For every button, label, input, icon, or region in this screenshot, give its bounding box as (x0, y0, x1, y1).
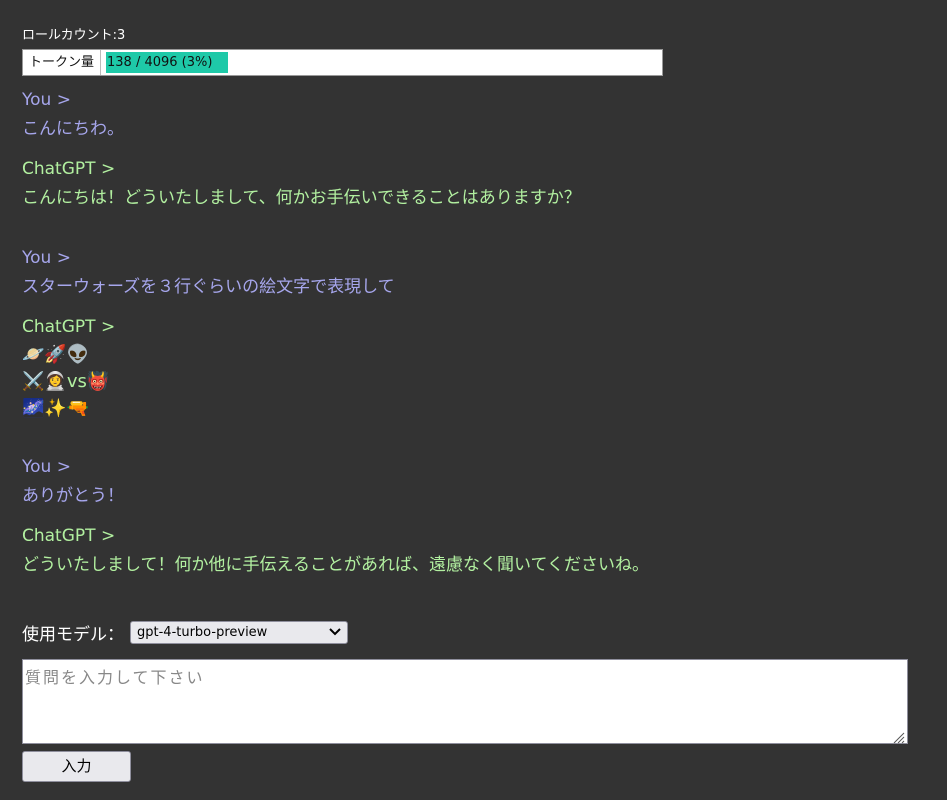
user-message: You > こんにちわ。 (22, 86, 922, 144)
chat-page: ロールカウント:3 トークン量 138 / 4096 (3%) You > こんに… (0, 0, 947, 800)
message-text: スターウォーズを３行ぐらいの絵文字で表現して (22, 277, 395, 297)
message-text: 🌌✨🔫 (22, 398, 90, 419)
user-message: You > スターウォーズを３行ぐらいの絵文字で表現して (22, 244, 922, 302)
message-text: こんにちわ。 (22, 119, 124, 139)
message-speaker: You > (22, 457, 71, 477)
message-speaker: You > (22, 248, 71, 268)
question-textarea[interactable]: 質問を入力して下さい (22, 659, 908, 744)
token-meter: トークン量 138 / 4096 (3%) (22, 49, 663, 76)
message-speaker: ChatGPT > (22, 526, 116, 546)
model-selected-value: gpt-4-turbo-preview (137, 625, 268, 640)
role-count: ロールカウント:3 (22, 28, 126, 43)
chevron-down-icon (329, 626, 341, 639)
message-text: 🪐🚀👽 (22, 344, 90, 365)
user-message: You > ありがとう！ (22, 453, 922, 511)
chat-log: You > こんにちわ。 ChatGPT > こんにちは！どういたしまして、何かお手伝… (22, 86, 922, 611)
token-track: 138 / 4096 (3%) (101, 50, 662, 75)
message-text: こんにちは！どういたしまして、何かお手伝いできることはありますか？ (22, 188, 581, 208)
message-text: どういたしまして！何か他に手伝えることがあれば、遠慮なく聞いてくださいね。 (22, 555, 649, 575)
model-label: 使用モデル： (22, 625, 124, 645)
model-select[interactable]: gpt-4-turbo-preview (130, 621, 348, 644)
message-speaker: You > (22, 90, 71, 110)
question-placeholder: 質問を入力して下さい (25, 668, 205, 687)
token-count-text: 138 / 4096 (3%) (107, 55, 213, 70)
assistant-message: ChatGPT > こんにちは！どういたしまして、何かお手伝いできることはあります… (22, 155, 922, 213)
model-row: 使用モデル： gpt-4-turbo-preview (22, 620, 348, 645)
submit-button[interactable]: 入力 (22, 751, 131, 782)
message-text: ありがとう！ (22, 486, 124, 506)
assistant-message: ChatGPT > 🪐🚀👽 ⚔️👩‍🚀vs👹 🌌✨🔫 (22, 313, 922, 422)
message-text: ⚔️👩‍🚀vs👹 (22, 371, 110, 392)
message-speaker: ChatGPT > (22, 317, 116, 337)
assistant-message: ChatGPT > どういたしまして！何か他に手伝えることがあれば、遠慮なく聞いて… (22, 522, 922, 580)
token-label: トークン量 (23, 50, 101, 75)
message-speaker: ChatGPT > (22, 159, 116, 179)
resize-grip-icon[interactable] (893, 729, 905, 744)
